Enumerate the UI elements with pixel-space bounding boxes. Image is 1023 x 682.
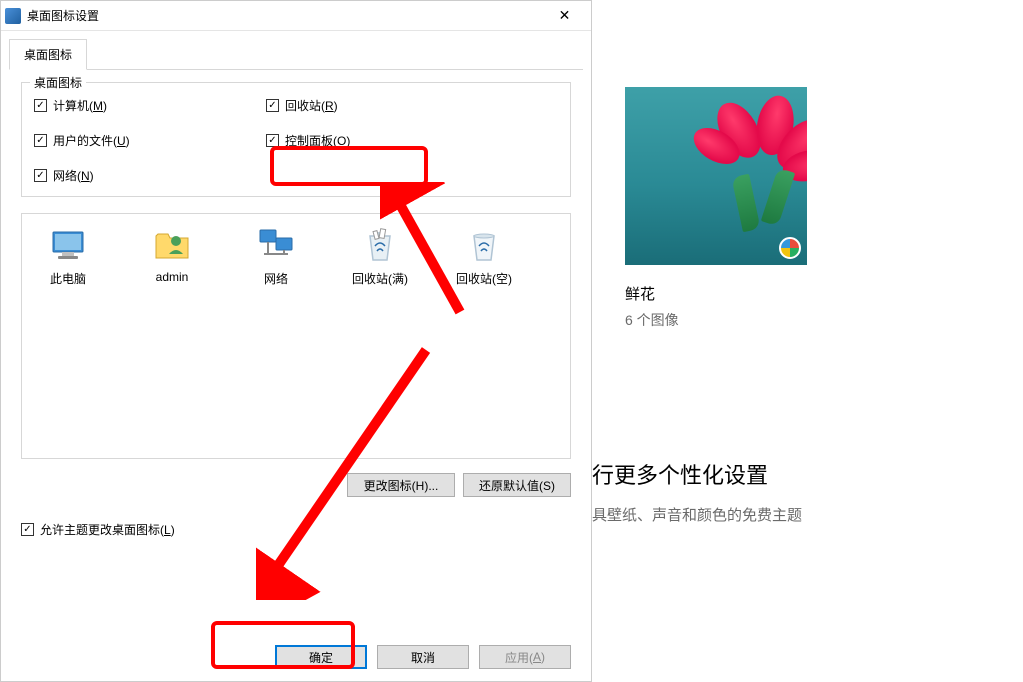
checkbox-network[interactable]: 网络(N) [34, 167, 266, 184]
icon-label: 此电脑 [50, 270, 86, 287]
apply-button[interactable]: 应用(A) [479, 645, 571, 669]
checkbox-icon [266, 134, 279, 147]
change-icon-button[interactable]: 更改图标(H)... [347, 473, 455, 497]
theme-card[interactable]: 鲜花 6 个图像 [625, 87, 807, 330]
theme-title: 鲜花 [625, 283, 807, 304]
icon-label: 回收站(满) [352, 270, 408, 287]
recycle-empty-icon [464, 224, 504, 264]
cancel-button[interactable]: 取消 [377, 645, 469, 669]
checkbox-computer[interactable]: 计算机(M) [34, 97, 266, 114]
checkbox-icon [34, 134, 47, 147]
background-panel: 鲜花 6 个图像 行更多个性化设置 具壁纸、声音和颜色的免费主题 [592, 0, 1023, 682]
desktop-icons-group: 桌面图标 计算机(M) 回收站(R) 用户的文件(U) 控制面板(O) [21, 82, 571, 197]
checkbox-icon [34, 169, 47, 182]
ok-button[interactable]: 确定 [275, 645, 367, 669]
icon-label: admin [156, 270, 189, 284]
icon-user-folder[interactable]: admin [134, 224, 210, 284]
computer-icon [48, 224, 88, 264]
icon-recycle-bin-empty[interactable]: 回收站(空) [446, 224, 522, 287]
checkbox-allow-themes[interactable]: 允许主题更改桌面图标(L) [21, 521, 571, 538]
icon-recycle-bin-full[interactable]: 回收站(满) [342, 224, 418, 287]
restore-defaults-button[interactable]: 还原默认值(S) [463, 473, 571, 497]
recycle-full-icon [360, 224, 400, 264]
theme-preview-image [625, 87, 807, 265]
background-subtext: 具壁纸、声音和颜色的免费主题 [592, 504, 802, 525]
app-icon [5, 8, 21, 24]
checkbox-control-panel[interactable]: 控制面板(O) [266, 132, 498, 149]
checkbox-icon [34, 99, 47, 112]
window-title: 桌面图标设置 [27, 7, 542, 24]
icon-this-pc[interactable]: 此电脑 [30, 224, 106, 287]
tabstrip: 桌面图标 [9, 39, 583, 70]
theme-subtitle: 6 个图像 [625, 310, 807, 330]
desktop-icon-settings-dialog: 桌面图标设置 ✕ 桌面图标 桌面图标 计算机(M) 回收站(R) 用户的文件(U… [0, 0, 592, 682]
palette-icon [779, 237, 801, 259]
icon-preview-area: 此电脑 admin [21, 213, 571, 459]
checkbox-icon [21, 523, 34, 536]
tab-desktop-icons[interactable]: 桌面图标 [9, 39, 87, 70]
user-folder-icon [152, 224, 192, 264]
icon-network[interactable]: 网络 [238, 224, 314, 287]
checkbox-icon [266, 99, 279, 112]
titlebar[interactable]: 桌面图标设置 ✕ [1, 1, 591, 31]
icon-label: 网络 [264, 270, 288, 287]
group-legend: 桌面图标 [30, 74, 86, 91]
background-heading: 行更多个性化设置 [592, 458, 768, 490]
network-icon [256, 224, 296, 264]
checkbox-recycle-bin[interactable]: 回收站(R) [266, 97, 498, 114]
checkbox-user-files[interactable]: 用户的文件(U) [34, 132, 266, 149]
icon-label: 回收站(空) [456, 270, 512, 287]
close-button[interactable]: ✕ [542, 2, 587, 30]
